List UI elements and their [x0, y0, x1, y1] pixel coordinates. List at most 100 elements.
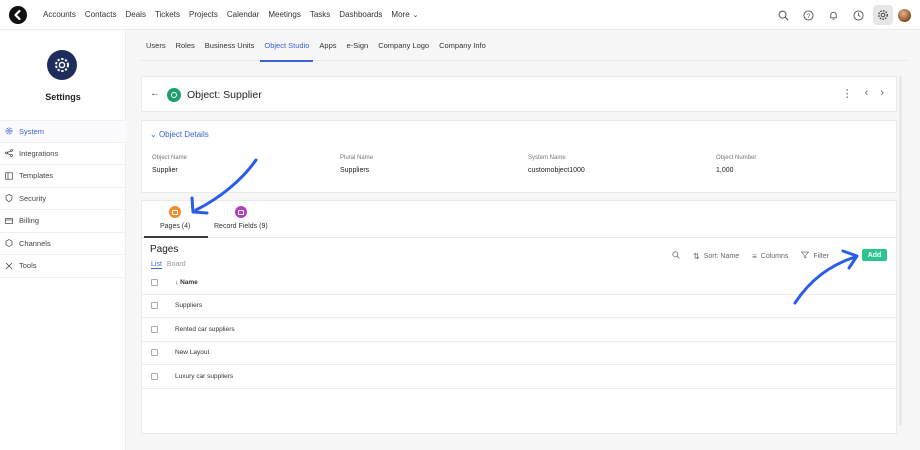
filter-icon — [801, 251, 810, 261]
nav-item-calendar[interactable]: Calendar — [227, 10, 259, 19]
card-icon — [5, 217, 17, 225]
row-name[interactable]: Rented car suppliers — [175, 326, 235, 333]
sidebar-item-system[interactable]: System — [0, 120, 126, 143]
object-details-label: Object Details — [158, 130, 209, 139]
chevron-right-icon[interactable]: › — [880, 87, 884, 100]
active-tab-indicator — [144, 236, 208, 238]
sidebar-item-label: Billing — [19, 216, 40, 226]
table-row[interactable]: Luxury car suppliers — [142, 365, 898, 389]
select-all-checkbox[interactable] — [151, 278, 158, 286]
tab-company-logo[interactable]: Company Logo — [378, 30, 429, 61]
table-row[interactable]: New Layout — [142, 342, 898, 365]
sidebar-item-label: System — [19, 126, 45, 136]
tab-apps[interactable]: Apps — [319, 30, 336, 61]
tab-business-units[interactable]: Business Units — [205, 30, 255, 61]
sidebar-item-tools[interactable]: Tools — [0, 255, 126, 278]
field-label: Object Number — [716, 155, 757, 161]
row-checkbox[interactable] — [151, 372, 158, 380]
object-icon — [167, 88, 181, 102]
table-row[interactable]: Rented car suppliers — [142, 318, 898, 342]
pages-heading: Pages — [150, 244, 179, 255]
search-button[interactable] — [672, 251, 680, 261]
nav-item-tasks[interactable]: Tasks — [310, 10, 330, 19]
tab-roles[interactable]: Roles — [176, 30, 195, 61]
scrollbar[interactable] — [899, 76, 902, 426]
clock-icon[interactable] — [848, 5, 868, 25]
search-icon — [672, 251, 680, 261]
object-details-toggle[interactable]: ⌄ Object Details — [150, 130, 209, 139]
filter-button[interactable]: Filter — [801, 251, 829, 261]
avatar[interactable] — [898, 8, 911, 22]
view-list-button[interactable]: List — [151, 261, 162, 269]
settings-title: Settings — [45, 92, 81, 102]
tab-record-fields-label: Record Fields (9) — [214, 223, 268, 230]
nav-item-contacts[interactable]: Contacts — [85, 10, 117, 19]
row-name[interactable]: New Layout — [175, 349, 209, 356]
chevron-left-icon[interactable]: ‹ — [865, 87, 869, 100]
nav-item-tickets[interactable]: Tickets — [155, 10, 180, 19]
sidebar-item-channels[interactable]: Channels — [0, 233, 126, 255]
sidebar-item-label: Security — [19, 193, 47, 203]
list-icon: ≡ — [752, 251, 757, 261]
tab-company-info[interactable]: Company Info — [439, 30, 486, 61]
settings-gear-icon[interactable] — [873, 5, 893, 25]
row-checkbox[interactable] — [151, 302, 158, 310]
view-board-button[interactable]: Board — [167, 261, 186, 269]
share-icon — [5, 149, 17, 158]
settings-gear-icon — [47, 50, 77, 80]
filter-label: Filter — [813, 252, 829, 260]
gear-icon — [5, 127, 17, 135]
app-logo-icon[interactable] — [9, 6, 27, 24]
row-name[interactable]: Suppliers — [175, 302, 202, 309]
nav-item-projects[interactable]: Projects — [189, 10, 218, 19]
sidebar-item-integrations[interactable]: Integrations — [0, 143, 126, 165]
tab-object-studio[interactable]: Object Studio — [260, 30, 314, 62]
field-object-number: Object Number 1,000 — [716, 155, 756, 174]
more-vertical-icon[interactable]: ⋮ — [842, 87, 853, 100]
top-icons: ? — [773, 5, 920, 25]
nav-item-meetings[interactable]: Meetings — [268, 10, 300, 19]
tab-record-fields[interactable]: Record Fields (9) — [214, 206, 268, 230]
table-row[interactable]: Suppliers — [142, 295, 898, 318]
row-name[interactable]: Luxury car suppliers — [175, 373, 233, 380]
template-icon — [5, 172, 17, 180]
back-arrow-icon[interactable]: ← — [150, 88, 160, 99]
object-details-card: ⌄ Object Details Object Name Supplier Pl… — [141, 120, 897, 193]
tab-pages[interactable]: Pages (4) — [160, 206, 190, 230]
help-icon[interactable]: ? — [798, 5, 818, 25]
field-value: Supplier — [152, 167, 178, 174]
search-icon[interactable] — [773, 5, 793, 25]
field-label: Plural Name — [340, 155, 374, 161]
sidebar-item-templates[interactable]: Templates — [0, 165, 126, 188]
nav-item-dashboards[interactable]: Dashboards — [339, 10, 382, 19]
nav-items: Accounts Contacts Deals Tickets Projects… — [43, 10, 428, 19]
field-value: customobject1000 — [528, 167, 585, 174]
row-checkbox[interactable] — [151, 325, 158, 333]
bell-icon[interactable] — [823, 5, 843, 25]
row-checkbox[interactable] — [151, 349, 158, 357]
sidebar-item-label: Templates — [19, 171, 54, 181]
chevron-down-icon: ⌄ — [412, 12, 419, 19]
name-header-label: Name — [180, 278, 198, 286]
tab-e-sign[interactable]: e-Sign — [347, 30, 369, 61]
field-plural-name: Plural Name Suppliers — [340, 155, 373, 174]
columns-label: Columns — [760, 252, 789, 260]
top-navigation-bar: Accounts Contacts Deals Tickets Projects… — [0, 0, 920, 30]
svg-text:?: ? — [806, 12, 810, 19]
field-label: Object Name — [152, 155, 188, 161]
view-toggle: List Board — [151, 261, 186, 269]
field-object-name: Object Name Supplier — [152, 155, 187, 174]
name-column-header[interactable]: ↓ Name — [175, 279, 198, 286]
nav-item-deals[interactable]: Deals — [125, 10, 145, 19]
field-value: Suppliers — [340, 167, 370, 174]
object-header-card: ← Object: Supplier ⋮ ‹ › — [141, 76, 897, 112]
tab-users[interactable]: Users — [146, 30, 166, 61]
sort-button[interactable]: ⇅ Sort: Name — [693, 252, 739, 261]
add-page-button[interactable]: Add — [862, 249, 887, 261]
sort-label: Sort: Name — [703, 252, 740, 260]
nav-more-menu[interactable]: More ⌄ — [391, 10, 418, 19]
sidebar-item-security[interactable]: Security — [0, 188, 126, 210]
nav-item-accounts[interactable]: Accounts — [43, 10, 76, 19]
sidebar-item-billing[interactable]: Billing — [0, 210, 126, 233]
columns-button[interactable]: ≡ Columns — [752, 252, 788, 261]
